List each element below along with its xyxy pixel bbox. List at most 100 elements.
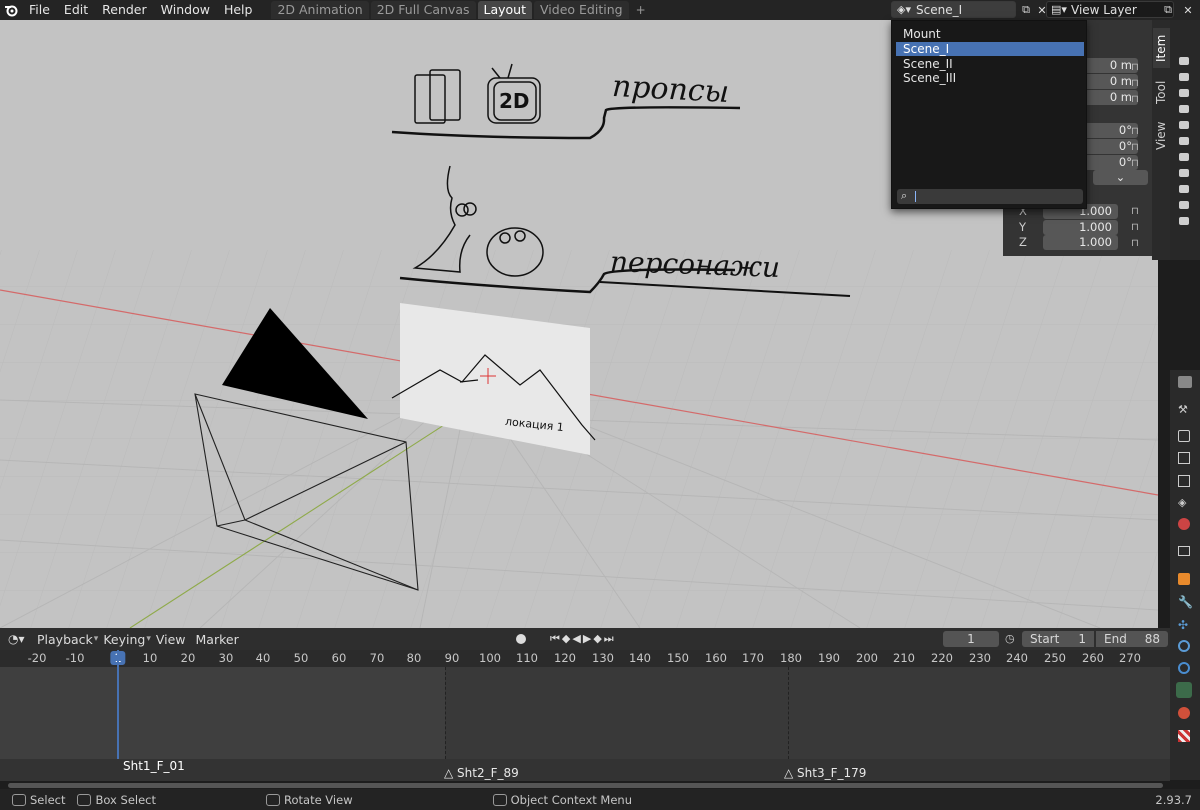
modifier-icon[interactable]: 🔧 [1178, 595, 1193, 609]
tab-view[interactable]: View [1153, 116, 1170, 156]
frame-number: 30 [218, 651, 234, 665]
rotation-mode-dropdown[interactable]: ⌄ [1093, 170, 1148, 185]
menu-render[interactable]: Render [95, 0, 154, 20]
menu-playback[interactable]: Playback [32, 632, 98, 647]
current-frame-field[interactable]: 1 [943, 631, 999, 647]
status-context: Object Context Menu [510, 792, 632, 807]
scene-name: Scene_I [916, 2, 963, 17]
stopwatch-icon[interactable]: ◷ [1005, 632, 1015, 645]
add-workspace-button[interactable]: + [631, 1, 651, 19]
physics-icon[interactable] [1178, 640, 1190, 652]
record-icon[interactable] [516, 634, 526, 644]
outliner-strip [1170, 20, 1200, 260]
view-layer-props-icon[interactable] [1178, 475, 1190, 487]
scene-selector[interactable]: ◈▾ Scene_I [891, 1, 1016, 18]
material-icon[interactable] [1178, 707, 1190, 719]
frame-number: 80 [406, 651, 422, 665]
play-reverse-icon[interactable]: ◀ [572, 632, 582, 645]
menu-keying[interactable]: Keying [98, 632, 150, 647]
scene-option-scene-ii[interactable]: Scene_II [896, 57, 1084, 71]
menu-view[interactable]: View [151, 632, 191, 647]
timeline-frame-ruler[interactable]: -20 -10 1 10 20 30 40 50 60 70 80 90 100… [0, 650, 1170, 667]
scale-z-label: Z [1019, 235, 1027, 249]
new-scene-icon[interactable]: ⧉ [1018, 3, 1034, 17]
collection-icon[interactable] [1178, 546, 1190, 556]
range-divider [788, 667, 789, 759]
frame-number: 50 [293, 651, 309, 665]
menu-edit[interactable]: Edit [57, 0, 95, 20]
frame-number: 240 [1006, 651, 1028, 665]
frame-number: 260 [1082, 651, 1104, 665]
output-icon[interactable] [1178, 452, 1190, 464]
jump-end-icon[interactable]: ⏭ [604, 632, 616, 645]
marker-sht3[interactable]: △ Sht3_F_179 [784, 766, 866, 780]
menu-file[interactable]: File [22, 0, 57, 20]
scale-z-field[interactable]: 1.000 [1043, 235, 1118, 250]
next-keyframe-icon[interactable]: ◆ [593, 632, 603, 645]
scene-option-scene-iii[interactable]: Scene_III [896, 71, 1084, 85]
frame-number: 170 [742, 651, 764, 665]
timeline-header: ◔▾ Playback ▾ Keying ▾ View Marker ⏮◆◀▶◆⏭ … [0, 628, 1170, 650]
frame-number: 160 [705, 651, 727, 665]
frame-number: 250 [1044, 651, 1066, 665]
menu-help[interactable]: Help [217, 0, 260, 20]
start-frame-field[interactable]: Start 1 [1022, 631, 1094, 647]
view-layer-icon: ▤▾ [1051, 3, 1067, 16]
svg-text:2D: 2D [499, 89, 530, 113]
timeline-area[interactable]: Sht1_F_01 △ Sht2_F_89 △ Sht3_F_179 [0, 650, 1170, 788]
outliner-camera-icons [1179, 57, 1189, 225]
frame-number: 130 [592, 651, 614, 665]
frame-number: -20 [27, 651, 47, 665]
menu-window[interactable]: Window [154, 0, 217, 20]
scale-y-field[interactable]: 1.000 [1043, 220, 1118, 235]
search-icon: ⌕ [901, 189, 908, 202]
end-label: End [1104, 632, 1127, 646]
status-select: Select [30, 792, 66, 807]
playback-controls: ⏮◆◀▶◆⏭ [550, 632, 616, 646]
new-view-layer-icon[interactable]: ⧉ [1160, 3, 1176, 17]
mouse-right-icon [492, 793, 507, 806]
tab-2d-full-canvas[interactable]: 2D Full Canvas [370, 1, 476, 19]
timeline-scrollbar[interactable] [8, 783, 1163, 788]
menu-marker[interactable]: Marker [191, 632, 244, 647]
tool-icon[interactable] [1178, 376, 1192, 388]
end-value: 88 [1144, 632, 1160, 646]
remove-view-layer-icon[interactable]: ✕ [1180, 3, 1196, 17]
render-icon[interactable] [1178, 430, 1190, 442]
play-icon[interactable]: ▶ [583, 632, 593, 645]
frame-range-shade [0, 667, 445, 759]
tab-layout[interactable]: Layout [477, 1, 533, 19]
playhead-line[interactable] [117, 650, 119, 764]
editor-type-icon[interactable]: ◔▾ [8, 632, 32, 646]
view-layer-selector[interactable]: ▤▾ View Layer [1046, 1, 1174, 18]
world-icon[interactable] [1178, 518, 1190, 530]
tab-2d-animation[interactable]: 2D Animation [271, 1, 369, 19]
scene-option-scene-i[interactable]: Scene_I [896, 42, 1084, 56]
tab-tool[interactable]: Tool [1153, 72, 1170, 112]
marker-sht2[interactable]: △ Sht2_F_89 [444, 766, 519, 780]
frame-number: 200 [856, 651, 878, 665]
frame-number: 230 [969, 651, 991, 665]
data-icon[interactable] [1176, 682, 1192, 698]
scene-search-input[interactable]: ⌕ [897, 189, 1083, 204]
prev-keyframe-icon[interactable]: ◆ [562, 632, 572, 645]
constraints-icon[interactable] [1178, 662, 1190, 674]
marker-sht1[interactable]: Sht1_F_01 [123, 759, 185, 773]
particles-icon[interactable]: ✣ [1178, 618, 1188, 632]
frame-number: 180 [780, 651, 802, 665]
scene-option-mount[interactable]: Mount [896, 27, 1084, 41]
blender-logo-icon[interactable] [0, 0, 22, 20]
end-frame-field[interactable]: End 88 [1096, 631, 1168, 647]
texture-icon[interactable] [1178, 730, 1190, 742]
tab-item[interactable]: Item [1153, 28, 1170, 68]
jump-start-icon[interactable]: ⏮ [550, 632, 562, 645]
scene-props-icon[interactable]: ◈ [1178, 496, 1190, 509]
frame-number: 140 [629, 651, 651, 665]
object-icon[interactable] [1178, 573, 1190, 585]
lock-icon[interactable]: ⊓ ⊓ ⊓ ⊓ ⊓ ⊓ ⊓ ⊓ ⊓ [1131, 60, 1139, 252]
frame-number: 210 [893, 651, 915, 665]
main-menu: File Edit Render Window Help [22, 0, 259, 20]
wrench-icon[interactable]: ⚒ [1178, 403, 1190, 416]
tab-video-editing[interactable]: Video Editing [534, 1, 629, 19]
top-bar: File Edit Render Window Help 2D Animatio… [0, 0, 1200, 20]
